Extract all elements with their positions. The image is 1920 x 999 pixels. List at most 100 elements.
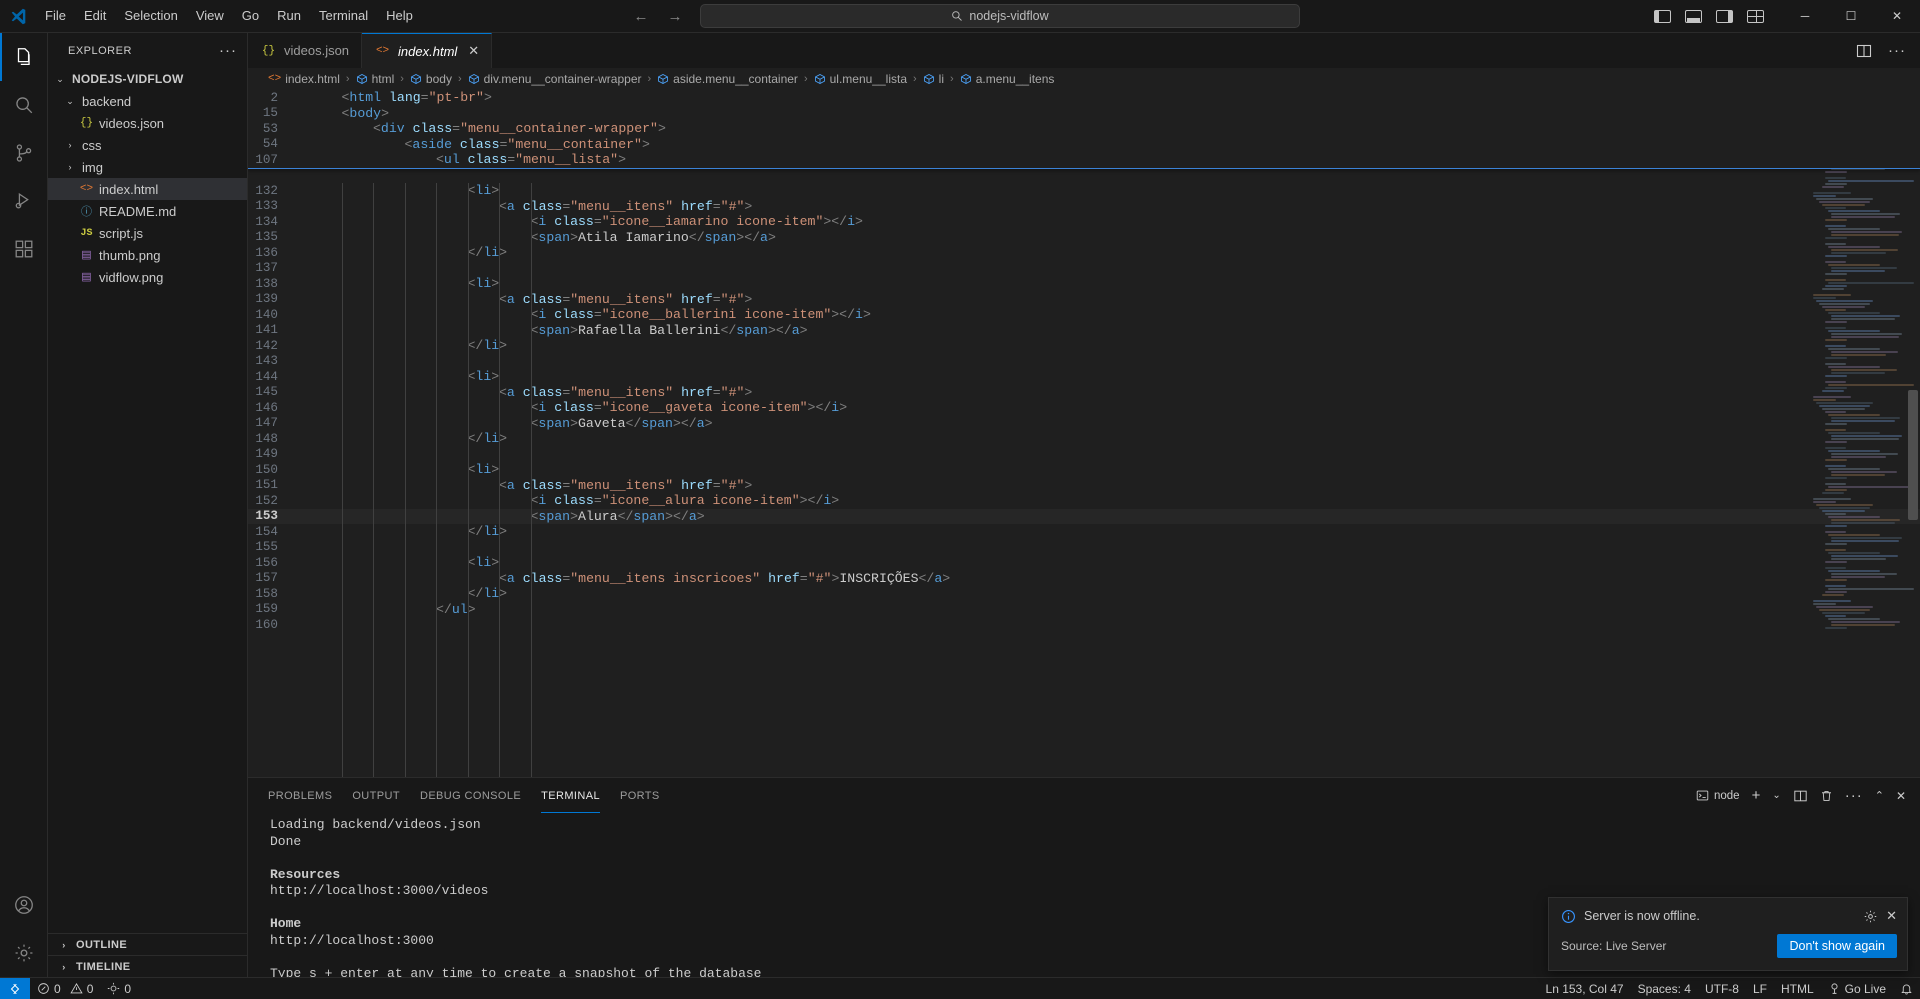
code-line[interactable]: 54 <aside class="menu__container"> (248, 137, 1920, 153)
code-line[interactable]: 132 <li> (248, 183, 1920, 199)
activitybar-item-explorer[interactable] (0, 33, 48, 81)
split-terminal-icon[interactable] (1793, 789, 1808, 803)
code-line[interactable]: 157 <a class="menu__itens inscricoes" hre… (248, 571, 1920, 587)
menu-go[interactable]: Go (233, 5, 268, 27)
code-line[interactable]: 160 (248, 617, 1920, 633)
quick-search-input[interactable]: nodejs-vidflow (700, 4, 1300, 28)
close-icon[interactable]: ✕ (1886, 908, 1897, 924)
code-line[interactable]: 141 <span>Rafaella Ballerini</span></a> (248, 323, 1920, 339)
code-line[interactable]: 137 (248, 261, 1920, 277)
code-line[interactable]: 158 </li> (248, 586, 1920, 602)
code-line[interactable]: 159 </ul> (248, 602, 1920, 618)
menu-edit[interactable]: Edit (75, 5, 115, 27)
code-line[interactable]: 155 (248, 540, 1920, 556)
status-encoding[interactable]: UTF-8 (1698, 978, 1746, 999)
activitybar-item-search[interactable] (0, 81, 48, 129)
panel-tab-problems[interactable]: PROBLEMS (268, 778, 332, 813)
code-line[interactable]: 2 <html lang="pt-br"> (248, 90, 1920, 106)
status-errors-warnings[interactable]: 0 0 (30, 978, 100, 999)
breadcrumb-item-div-menu-container-wrapper[interactable]: div.menu__container-wrapper (468, 72, 642, 86)
notification-toast[interactable]: Server is now offline. ✕ Source: Live Se… (1548, 897, 1908, 971)
code-line[interactable]: 107 <ul class="menu__lista"> (248, 152, 1920, 168)
breadcrumb-item-aside-menu-container[interactable]: aside.menu__container (657, 72, 798, 86)
status-go-live[interactable]: Go Live (1821, 978, 1893, 999)
maximize-button[interactable]: ☐ (1828, 0, 1874, 33)
code-line[interactable]: 143 (248, 354, 1920, 370)
status-indentation[interactable]: Spaces: 4 (1631, 978, 1698, 999)
tab-index-html[interactable]: <> index.html ✕ (362, 33, 493, 68)
toggle-panel-icon[interactable] (1685, 9, 1702, 24)
status-eol[interactable]: LF (1746, 978, 1774, 999)
toggle-primary-sidebar-icon[interactable] (1654, 9, 1671, 24)
panel-tab-debug-console[interactable]: DEBUG CONSOLE (420, 778, 521, 813)
code-line[interactable]: 134 <i class="icone__iamarino icone-item"… (248, 214, 1920, 230)
status-ports[interactable]: 0 (100, 978, 138, 999)
tree-item-readme-md[interactable]: ⓘ README.md (48, 200, 247, 222)
dont-show-again-button[interactable]: Don't show again (1777, 934, 1897, 958)
code-line[interactable]: 136 </li> (248, 245, 1920, 261)
code-line[interactable]: 147 <span>Gaveta</span></a> (248, 416, 1920, 432)
split-editor-icon[interactable] (1856, 43, 1872, 59)
go-forward-icon[interactable]: → (666, 8, 684, 25)
close-tab-icon[interactable]: ✕ (468, 43, 479, 59)
code-editor[interactable]: 132 <li> 133 <a class="menu__itens" href="#… (248, 90, 1920, 777)
go-back-icon[interactable]: ← (632, 8, 650, 25)
activitybar-item-run-and-debug[interactable] (0, 177, 48, 225)
status-notifications[interactable] (1893, 978, 1920, 999)
breadcrumb-item-index-html[interactable]: <> index.html (268, 72, 340, 86)
minimize-button[interactable]: ─ (1782, 0, 1828, 33)
code-line[interactable]: 133 <a class="menu__itens" href="#"> (248, 199, 1920, 215)
code-line[interactable]: 139 <a class="menu__itens" href="#"> (248, 292, 1920, 308)
toggle-secondary-sidebar-icon[interactable] (1716, 9, 1733, 24)
panel-more-actions-icon[interactable]: ··· (1845, 787, 1863, 804)
menu-run[interactable]: Run (268, 5, 310, 27)
status-cursor-position[interactable]: Ln 153, Col 47 (1539, 978, 1631, 999)
tree-item-index-html[interactable]: <> index.html (48, 178, 247, 200)
code-line[interactable]: 148 </li> (248, 431, 1920, 447)
tree-item-videos-json[interactable]: {} videos.json (48, 112, 247, 134)
panel-tab-output[interactable]: OUTPUT (352, 778, 400, 813)
breadcrumb-item-ul-menu-lista[interactable]: ul.menu__lista (814, 72, 907, 86)
menu-view[interactable]: View (187, 5, 233, 27)
menu-file[interactable]: File (36, 5, 75, 27)
code-line[interactable]: 150 <li> (248, 462, 1920, 478)
minimap[interactable] (1810, 90, 1914, 777)
code-line[interactable]: 140 <i class="icone__ballerini icone-item… (248, 307, 1920, 323)
breadcrumb-item-a-menu-itens[interactable]: a.menu__itens (960, 72, 1054, 86)
activitybar-item-settings[interactable] (0, 929, 48, 977)
gear-icon[interactable] (1863, 909, 1878, 924)
sidebar-section-outline[interactable]: › OUTLINE (48, 933, 247, 955)
status-language-mode[interactable]: HTML (1774, 978, 1821, 999)
new-terminal-icon[interactable]: + (1752, 787, 1761, 804)
tree-item-backend[interactable]: ⌄ backend (48, 90, 247, 112)
panel-tab-terminal[interactable]: TERMINAL (541, 778, 600, 813)
remote-window-icon[interactable] (0, 977, 30, 999)
code-line[interactable]: 156 <li> (248, 555, 1920, 571)
menu-selection[interactable]: Selection (115, 5, 186, 27)
code-line[interactable]: 138 <li> (248, 276, 1920, 292)
code-line[interactable]: 15 <body> (248, 106, 1920, 122)
code-line[interactable]: 151 <a class="menu__itens" href="#"> (248, 478, 1920, 494)
activitybar-item-accounts[interactable] (0, 881, 48, 929)
editor-more-actions-icon[interactable]: ··· (1888, 42, 1906, 59)
kill-terminal-icon[interactable] (1820, 789, 1833, 803)
scrollbar-thumb[interactable] (1908, 390, 1918, 520)
sidebar-more-actions-icon[interactable]: ··· (219, 42, 237, 59)
activitybar-item-extensions[interactable] (0, 225, 48, 273)
code-line[interactable]: 149 (248, 447, 1920, 463)
code-line[interactable]: 135 <span>Atila Iamarino</span></a> (248, 230, 1920, 246)
close-panel-icon[interactable]: ✕ (1896, 789, 1906, 803)
code-line[interactable]: 142 </li> (248, 338, 1920, 354)
menu-terminal[interactable]: Terminal (310, 5, 377, 27)
code-line[interactable]: 152 <i class="icone__alura icone-item"></… (248, 493, 1920, 509)
sticky-scroll-lines[interactable]: 2 <html lang="pt-br"> 15 <body> 53 <div class… (248, 90, 1920, 169)
customize-layout-icon[interactable] (1747, 9, 1764, 24)
maximize-panel-icon[interactable]: ⌃ (1875, 789, 1884, 802)
code-line[interactable]: 154 </li> (248, 524, 1920, 540)
code-lines[interactable]: 132 <li> 133 <a class="menu__itens" href="#… (248, 90, 1920, 633)
menu-help[interactable]: Help (377, 5, 422, 27)
tree-root-nodejs-vidflow[interactable]: ⌄ NODEJS-VIDFLOW (48, 68, 247, 90)
chevron-down-icon[interactable]: ⌄ (1772, 790, 1780, 801)
code-line[interactable]: 144 <li> (248, 369, 1920, 385)
code-line[interactable]: 145 <a class="menu__itens" href="#"> (248, 385, 1920, 401)
